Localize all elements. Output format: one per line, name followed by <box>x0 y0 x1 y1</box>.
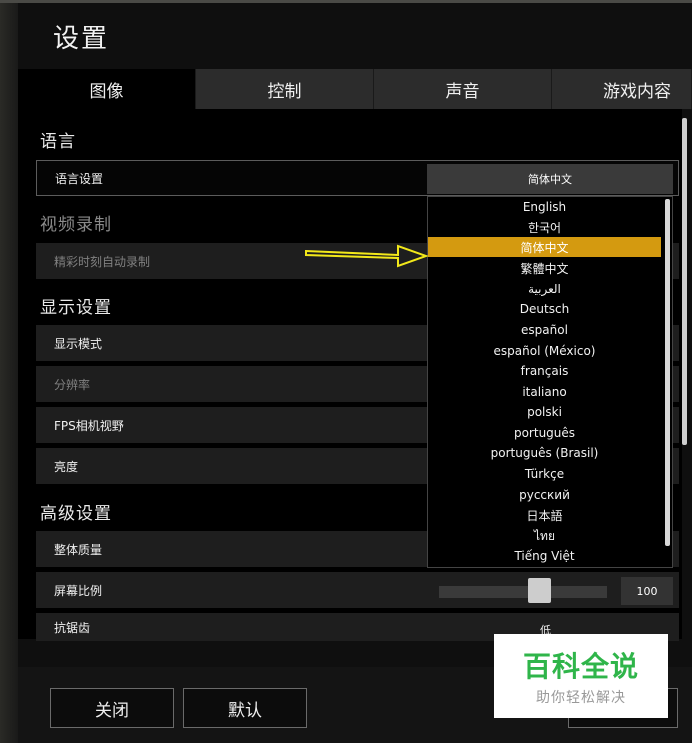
row-label: 屏幕比例 <box>54 583 103 598</box>
tab-graphics[interactable]: 图像 <box>18 69 196 109</box>
tab-bar: 图像 控制 声音 游戏内容 <box>18 69 692 109</box>
section-display: 显示设置 <box>40 298 112 318</box>
dropdown-option[interactable]: Deutsch <box>428 299 661 319</box>
dropdown-option[interactable]: 日本語 <box>428 505 661 525</box>
dropdown-option[interactable]: français <box>428 361 661 381</box>
dropdown-option[interactable]: العربية <box>428 279 661 299</box>
screen-scale-slider-thumb[interactable] <box>528 578 551 603</box>
dropdown-option[interactable]: ไทย <box>428 526 661 546</box>
watermark: 百科全说 助你轻松解决 <box>494 634 668 718</box>
section-language: 语言 <box>40 132 76 152</box>
watermark-subtitle: 助你轻松解决 <box>536 690 626 706</box>
page-title: 设置 <box>53 24 110 54</box>
settings-scrollbar[interactable] <box>682 118 687 445</box>
section-advanced: 高级设置 <box>40 504 112 524</box>
row-label: 精彩时刻自动录制 <box>54 254 151 269</box>
row-label: 整体质量 <box>54 542 103 557</box>
language-select[interactable]: 简体中文 <box>427 164 673 194</box>
dropdown-option[interactable]: español (México) <box>428 341 661 361</box>
dropdown-option[interactable]: español <box>428 320 661 340</box>
dropdown-option[interactable]: polski <box>428 402 661 422</box>
row-label: 分辨率 <box>54 377 91 392</box>
watermark-title: 百科全说 <box>522 650 639 683</box>
dropdown-option[interactable]: English <box>428 197 661 217</box>
screen-scale-slider-track[interactable] <box>439 586 607 598</box>
row-label: FPS相机视野 <box>54 418 124 433</box>
close-button[interactable]: 关闭 <box>50 688 174 728</box>
default-button[interactable]: 默认 <box>183 688 307 728</box>
dropdown-option[interactable]: português (Brasil) <box>428 443 661 463</box>
dropdown-option[interactable]: italiano <box>428 382 661 402</box>
dropdown-option-selected[interactable]: 简体中文 <box>428 237 661 257</box>
dropdown-option[interactable]: Tiếng Việt <box>428 546 661 566</box>
dropdown-option[interactable]: 繁體中文 <box>428 258 661 278</box>
row-label: 显示模式 <box>54 336 103 351</box>
language-dropdown: English 한국어 简体中文 繁體中文 العربية Deutsch es… <box>427 196 673 568</box>
dropdown-option[interactable]: русский <box>428 485 661 505</box>
row-label: 抗锯齿 <box>54 620 91 635</box>
annotation-arrow-icon <box>305 244 429 268</box>
section-video-record: 视频录制 <box>40 215 112 235</box>
row-label: 亮度 <box>54 459 79 474</box>
dropdown-scrollbar[interactable] <box>665 199 670 546</box>
row-label: 语言设置 <box>55 171 104 186</box>
top-strip <box>0 0 692 3</box>
tab-sound[interactable]: 声音 <box>374 69 552 109</box>
dropdown-option[interactable]: português <box>428 423 661 443</box>
dropdown-option[interactable]: 한국어 <box>428 217 661 237</box>
tab-controls[interactable]: 控制 <box>196 69 374 109</box>
dropdown-option[interactable]: Türkçe <box>428 464 661 484</box>
tab-gameplay[interactable]: 游戏内容 <box>552 69 692 109</box>
screen-scale-value[interactable]: 100 <box>621 577 673 605</box>
